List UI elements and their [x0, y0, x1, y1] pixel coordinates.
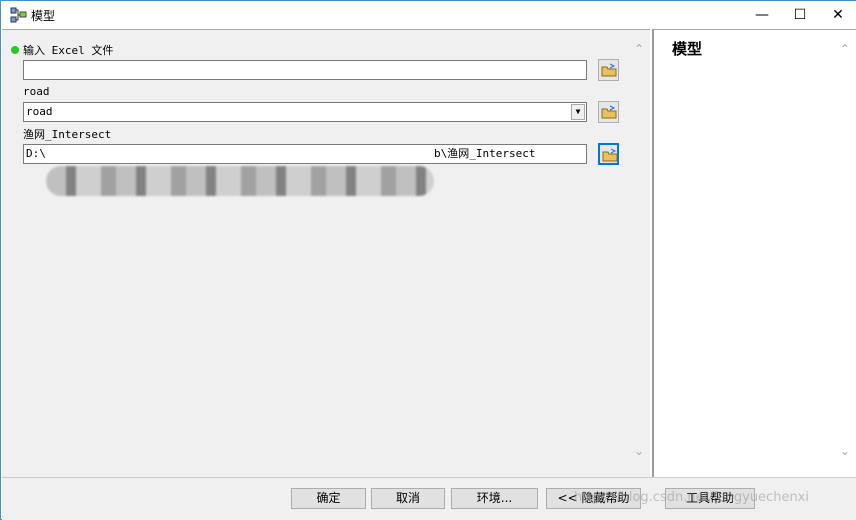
- param-label-excel: 输入 Excel 文件: [23, 44, 114, 57]
- scroll-down-icon[interactable]: ⌄: [634, 444, 644, 458]
- param-label-output: 渔网_Intersect: [23, 128, 112, 141]
- window-title: 模型: [31, 9, 56, 23]
- title-bar: 模型 — ☐ ✕: [1, 1, 856, 29]
- help-panel: 模型 ⌃ ⌄: [652, 29, 856, 477]
- scroll-up-icon[interactable]: ⌃: [634, 42, 644, 56]
- cancel-button[interactable]: 取消: [371, 488, 445, 509]
- environments-button[interactable]: 环境...: [451, 488, 538, 509]
- param-label-road: road: [23, 85, 50, 98]
- required-indicator-icon: [11, 46, 19, 54]
- watermark: https://blog.csdn.net/fengyuechenxi: [574, 490, 809, 505]
- browse-excel-button[interactable]: [598, 59, 619, 81]
- excel-file-input[interactable]: [23, 60, 587, 80]
- ok-button[interactable]: 确定: [291, 488, 366, 509]
- folder-icon: [601, 63, 617, 77]
- parameters-panel: 输入 Excel 文件 road road ▼ 渔网_Intersect D:\ b…: [2, 29, 650, 477]
- output-path-prefix: D:\: [26, 147, 46, 160]
- button-bar: 确定 取消 环境... << 隐藏帮助 工具帮助 https://blog.cs…: [2, 477, 856, 520]
- help-scroll-down-icon[interactable]: ⌄: [840, 444, 850, 458]
- maximize-button[interactable]: ☐: [781, 1, 819, 29]
- model-icon: [10, 7, 27, 23]
- minimize-button[interactable]: —: [743, 1, 781, 29]
- chevron-down-icon[interactable]: ▼: [571, 104, 585, 120]
- road-dropdown[interactable]: road ▼: [23, 102, 587, 122]
- close-button[interactable]: ✕: [819, 1, 856, 29]
- browse-road-button[interactable]: [598, 101, 619, 123]
- folder-icon: [601, 105, 617, 119]
- output-path-suffix: b\渔网_Intersect: [434, 147, 536, 160]
- help-title: 模型: [672, 40, 703, 58]
- browse-output-button[interactable]: [598, 143, 619, 165]
- help-scroll-up-icon[interactable]: ⌃: [840, 42, 850, 56]
- redacted-area: [46, 166, 434, 196]
- road-value: road: [26, 105, 53, 118]
- folder-icon: [602, 148, 618, 162]
- output-path-input[interactable]: D:\ b\渔网_Intersect: [23, 144, 587, 164]
